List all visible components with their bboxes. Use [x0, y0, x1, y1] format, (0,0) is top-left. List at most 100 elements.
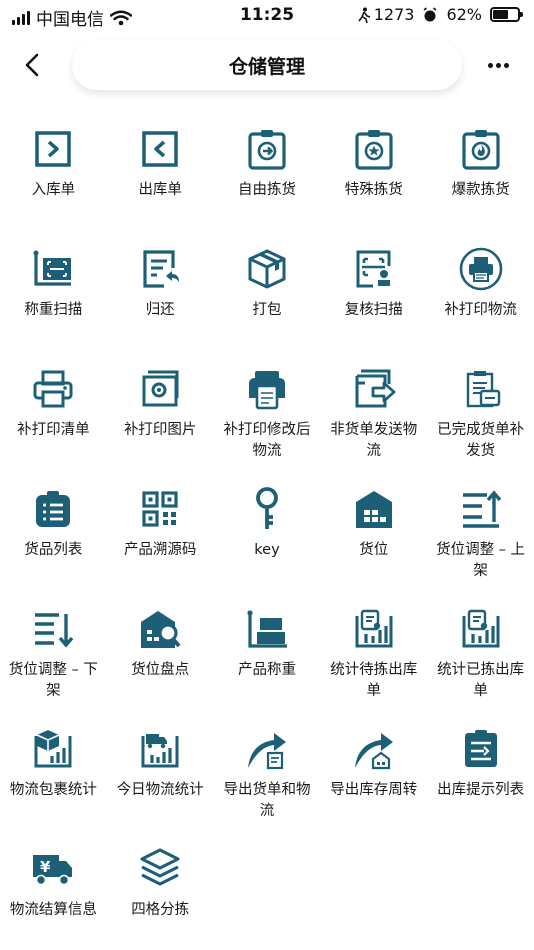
grid-item-hot-picking[interactable]: 爆款拣货 [427, 122, 534, 242]
grid-item-export-turnover[interactable]: 导出库存周转 [320, 722, 427, 842]
grid-item-send-logistics[interactable]: 非货单发送物流 [320, 362, 427, 482]
grid-item-label: 爆款拣货 [451, 182, 510, 198]
grid-item-label: 统计待拣出库单 [330, 662, 418, 699]
sort-up-icon [458, 486, 504, 532]
grid-item-label: 四格分拣 [131, 902, 190, 918]
grid-item-sort-up[interactable]: 货位调整 – 上架 [427, 482, 534, 602]
grid-item-stats-picked[interactable]: 统计已拣出库单 [427, 602, 534, 722]
grid-item-inbound[interactable]: 入库单 [0, 122, 107, 242]
key-icon [244, 486, 290, 532]
grid-item-inventory-check[interactable]: 货位盘点 [107, 602, 214, 722]
grid-item-label: key [254, 542, 280, 558]
battery-icon [490, 7, 523, 22]
grid-item-label: 产品称重 [237, 662, 296, 678]
grid-item-label: 产品溯源码 [123, 542, 197, 558]
grid-item-warehouse[interactable]: 货位 [320, 482, 427, 602]
svg-text:¥: ¥ [40, 858, 51, 876]
send-logistics-icon [351, 366, 397, 412]
steps-count: 1273 [373, 5, 415, 24]
reprint-modified-icon [244, 366, 290, 412]
today-stats-icon [137, 726, 183, 772]
grid-item-label: 物流包裹统计 [9, 782, 97, 798]
grid-item-sort-down[interactable]: 货位调整 – 下架 [0, 602, 107, 722]
grid-item-parcel-stats[interactable]: 物流包裹统计 [0, 722, 107, 842]
grid-item-label: 打包 [252, 302, 282, 318]
grid-item-layers[interactable]: 四格分拣 [107, 842, 214, 950]
grid-item-label: 自由拣货 [237, 182, 296, 198]
function-grid: 入库单 出库单 自由拣货 特殊拣货 爆款拣货称重扫描 归还 打包 复核扫描 补打印物流补打印清单… [0, 122, 534, 950]
more-dot [503, 62, 509, 68]
grid-item-recheck-scan[interactable]: 复核扫描 [320, 242, 427, 362]
grid-item-reprint-logistics[interactable]: 补打印物流 [427, 242, 534, 362]
more-dot [495, 62, 501, 68]
weigh-scan-icon [30, 246, 76, 292]
inbound-icon [30, 126, 76, 172]
grid-item-label: 导出货单和物流 [223, 782, 311, 819]
package-icon [244, 246, 290, 292]
qr-code-icon [137, 486, 183, 532]
grid-item-package[interactable]: 打包 [214, 242, 321, 362]
navigation-bar: 仓储管理 [0, 36, 534, 94]
reprint-logistics-icon [458, 246, 504, 292]
grid-item-label: 入库单 [31, 182, 76, 198]
more-button[interactable] [480, 48, 516, 82]
product-weigh-icon [244, 606, 290, 652]
grid-item-return[interactable]: 归还 [107, 242, 214, 362]
grid-item-outbound-tips[interactable]: 出库提示列表 [427, 722, 534, 842]
grid-item-label: 统计已拣出库单 [437, 662, 525, 699]
sort-down-icon [30, 606, 76, 652]
grid-item-label: 归还 [145, 302, 175, 318]
grid-item-label: 货位调整 – 下架 [8, 662, 98, 699]
inventory-check-icon [137, 606, 183, 652]
grid-item-goods-list[interactable]: 货品列表 [0, 482, 107, 602]
grid-item-label: 复核扫描 [344, 302, 403, 318]
grid-item-export-orders[interactable]: 导出货单和物流 [214, 722, 321, 842]
grid-item-label: 导出库存周转 [330, 782, 418, 798]
grid-item-settlement[interactable]: ¥ 物流结算信息 [0, 842, 107, 950]
reprint-list-icon [30, 366, 76, 412]
grid-item-label: 补打印图片 [123, 422, 197, 438]
walking-icon [358, 7, 370, 23]
grid-item-special-picking[interactable]: 特殊拣货 [320, 122, 427, 242]
steps-indicator: 1273 [358, 5, 415, 24]
special-picking-icon [351, 126, 397, 172]
grid-item-key[interactable]: key [214, 482, 321, 602]
parcel-stats-icon [30, 726, 76, 772]
grid-item-free-picking[interactable]: 自由拣货 [214, 122, 321, 242]
grid-item-today-stats[interactable]: 今日物流统计 [107, 722, 214, 842]
stats-picked-icon [458, 606, 504, 652]
grid-item-reprint-modified[interactable]: 补打印修改后物流 [214, 362, 321, 482]
status-right: 1273 62% [358, 5, 523, 24]
battery-percent: 62% [446, 5, 482, 24]
grid-item-label: 特殊拣货 [344, 182, 403, 198]
grid-item-label: 货位 [359, 542, 389, 558]
warehouse-icon [351, 486, 397, 532]
grid-item-reprint-list[interactable]: 补打印清单 [0, 362, 107, 482]
grid-item-label: 称重扫描 [24, 302, 83, 318]
goods-list-icon [30, 486, 76, 532]
return-icon [137, 246, 183, 292]
grid-item-stats-pending[interactable]: 统计待拣出库单 [320, 602, 427, 722]
grid-item-reprint-image[interactable]: 补打印图片 [107, 362, 214, 482]
grid-item-weigh-scan[interactable]: 称重扫描 [0, 242, 107, 362]
battery-fill [493, 10, 508, 19]
page-title: 仓储管理 [228, 56, 305, 78]
grid-item-qr-code[interactable]: 产品溯源码 [107, 482, 214, 602]
grid-item-label: 出库单 [138, 182, 182, 198]
grid-item-label: 补打印物流 [444, 302, 517, 318]
grid-item-completed-reship[interactable]: 已完成货单补发货 [427, 362, 534, 482]
grid-item-label: 货位调整 – 上架 [436, 542, 526, 579]
settlement-icon: ¥ [30, 846, 76, 892]
outbound-icon [137, 126, 183, 172]
recheck-scan-icon [351, 246, 397, 292]
grid-item-label: 货品列表 [24, 542, 83, 558]
grid-item-label: 已完成货单补发货 [437, 422, 525, 459]
grid-item-label: 今日物流统计 [116, 782, 204, 798]
layers-icon [137, 846, 183, 892]
grid-item-label: 补打印清单 [17, 422, 90, 438]
export-turnover-icon [351, 726, 397, 772]
outbound-tips-icon [458, 726, 504, 772]
reprint-image-icon [137, 366, 183, 412]
grid-item-outbound[interactable]: 出库单 [107, 122, 214, 242]
grid-item-product-weigh[interactable]: 产品称重 [214, 602, 321, 722]
